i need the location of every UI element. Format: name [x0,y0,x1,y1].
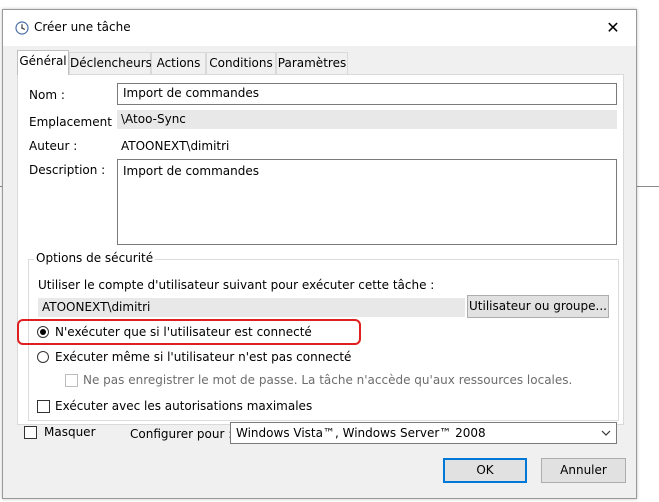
tab-label: Général [19,54,67,68]
clock-icon [15,21,29,35]
tab-settings[interactable]: Paramètres [276,52,348,74]
create-task-dialog: Créer une tâche ✕ Général Déclencheurs A… [2,9,637,499]
close-icon: ✕ [606,18,620,37]
run-highest-privileges-label[interactable]: Exécuter avec les autorisations maximale… [55,399,312,413]
annotation-highlight [17,319,361,345]
description-label: Description : [29,163,106,177]
tab-conditions[interactable]: Conditions [206,52,276,74]
location-label: Emplacement : [29,115,120,129]
author-label: Auteur : [29,139,78,153]
configure-for-select[interactable]: Windows Vista™, Windows Server™ 2008 [230,422,617,444]
location-value: \Atoo-Sync [117,110,617,129]
tab-label: Conditions [209,56,273,70]
run-whether-logged-on-radio[interactable] [37,351,49,363]
description-field[interactable]: Import de commandes [117,159,617,245]
security-options-title: Options de sécurité [34,251,156,265]
user-or-group-button[interactable]: Utilisateur ou groupe... [467,295,609,318]
window-title: Créer une tâche [34,20,131,34]
configure-for-value: Windows Vista™, Windows Server™ 2008 [236,426,486,440]
ok-button[interactable]: OK [443,458,527,483]
account-prompt: Utiliser le compte d'utilisateur suivant… [38,278,435,292]
background-divider-right [636,186,659,187]
chevron-down-icon [601,430,611,436]
hidden-label[interactable]: Masquer [44,425,96,439]
run-highest-privileges-checkbox[interactable] [37,400,50,413]
do-not-store-password-checkbox[interactable] [65,374,78,387]
general-tab-panel: Nom : Import de commandes Emplacement : … [17,74,624,425]
tab-general[interactable]: Général [17,50,69,75]
close-button[interactable]: ✕ [600,15,626,41]
tab-actions[interactable]: Actions [151,52,206,74]
name-field[interactable]: Import de commandes [117,83,617,105]
run-whether-logged-on-label[interactable]: Exécuter même si l'utilisateur n'est pas… [55,350,351,364]
tab-label: Paramètres [277,56,347,70]
title-bar: Créer une tâche ✕ [3,10,636,46]
account-value: ATOONEXT\dimitri [38,298,465,317]
cancel-button[interactable]: Annuler [541,458,626,483]
tab-triggers[interactable]: Déclencheurs [69,52,152,74]
do-not-store-password-label: Ne pas enregistrer le mot de passe. La t… [83,373,573,387]
author-value: ATOONEXT\dimitri [121,139,230,153]
tab-label: Déclencheurs [70,56,152,70]
configure-for-label: Configurer pour : [130,427,233,441]
name-label: Nom : [29,88,65,102]
hidden-checkbox[interactable] [24,426,37,439]
tab-label: Actions [156,56,201,70]
